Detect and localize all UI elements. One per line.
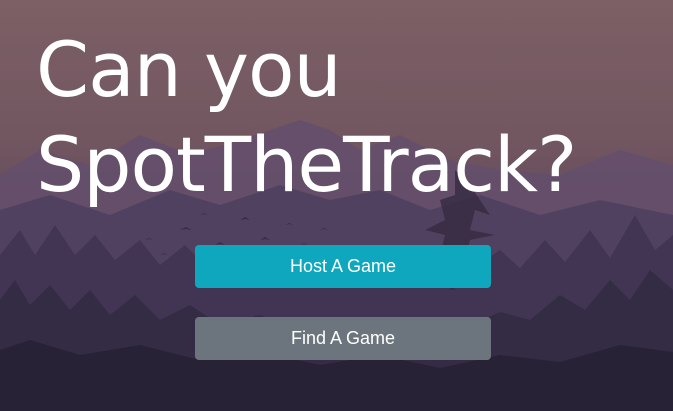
page-title-line-2: SpotTheTrack? <box>36 120 577 209</box>
page-title: Can you SpotTheTrack? <box>36 22 577 212</box>
host-game-button[interactable]: Host A Game <box>195 245 491 288</box>
find-game-button[interactable]: Find A Game <box>195 317 491 360</box>
page-title-line-1: Can you <box>36 25 342 114</box>
